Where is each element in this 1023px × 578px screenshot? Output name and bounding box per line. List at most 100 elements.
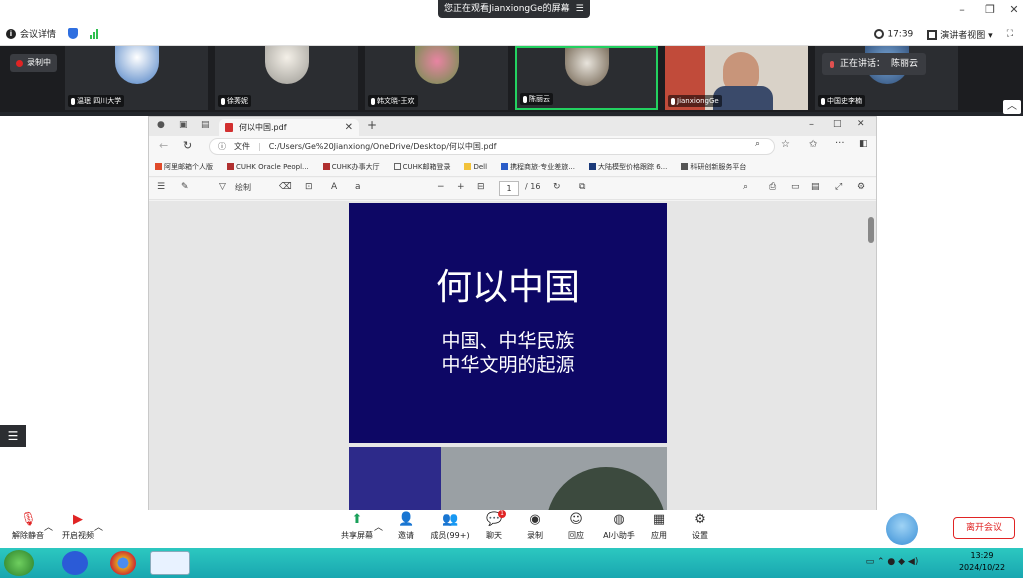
mic-off-icon: 🎙 <box>20 512 37 527</box>
side-list-button[interactable]: ☰ <box>0 425 26 447</box>
taskbar-clock[interactable]: 13:29 2024/10/22 <box>947 550 1017 574</box>
favorite-icon[interactable]: ☆ <box>781 139 790 150</box>
text-box-icon[interactable]: ⊡ <box>305 182 313 192</box>
participant-tile[interactable]: 韩文晓-王欢 <box>365 46 508 110</box>
address-bar[interactable]: ⓘ 文件 | C:/Users/Ge%20Jianxiong/OneDrive/… <box>209 138 775 155</box>
view-mode-button[interactable]: 演讲者视图 ▾ <box>927 28 993 41</box>
audio-options-icon[interactable]: ︿ <box>44 520 53 533</box>
save-icon[interactable]: ▭ <box>791 182 800 192</box>
tray-icons[interactable]: ▭ ⌃ ● ◆ ◀) <box>847 556 937 570</box>
menu-icon[interactable]: ☰ <box>576 0 584 18</box>
participant-tile[interactable]: 徐莠妮 <box>215 46 358 110</box>
refresh-icon[interactable]: ↻ <box>183 139 192 152</box>
bookmark-item[interactable]: CUHK Oracle Peopl... <box>227 163 309 171</box>
signal-icon[interactable] <box>90 28 99 39</box>
windows-start-icon[interactable] <box>4 550 34 576</box>
workspaces-icon[interactable]: ▣ <box>179 120 188 130</box>
eraser-icon[interactable]: ⌫ <box>279 182 292 192</box>
browser-minimize-icon[interactable]: – <box>809 119 814 130</box>
back-icon[interactable]: ← <box>159 139 168 152</box>
zoom-in-icon[interactable]: + <box>457 182 465 192</box>
page-view-icon[interactable]: ⧉ <box>579 182 585 192</box>
browser-maximize-icon[interactable]: □ <box>833 119 842 129</box>
highlight-icon[interactable]: ✎ <box>181 182 189 192</box>
draw-icon[interactable]: ▽ <box>219 182 226 192</box>
scroll-thumb[interactable] <box>868 217 874 243</box>
close-icon[interactable]: ✕ <box>1006 3 1022 16</box>
rotate-icon[interactable]: ↻ <box>553 182 561 192</box>
bookmark-item[interactable]: Dell <box>464 163 487 171</box>
apps-button[interactable]: ▦ 应用 <box>639 512 679 541</box>
zoom-app-icon[interactable] <box>62 551 88 575</box>
apps-icon: ▦ <box>652 512 666 527</box>
pdf-scrollbar[interactable] <box>868 207 874 507</box>
pdf-viewport[interactable]: 何以中国 中国、中华民族 中华文明的起源 <box>149 201 876 510</box>
pdf-icon <box>225 123 233 132</box>
chat-button[interactable]: 💬 1 聊天 <box>474 510 514 541</box>
participants-button[interactable]: 👥 成员(99+) <box>428 512 472 541</box>
profile-icon[interactable]: ● <box>157 120 165 130</box>
favorites-icon[interactable]: ✩ <box>809 139 817 150</box>
shield-icon[interactable] <box>68 28 79 39</box>
bookmark-item[interactable]: 大陆模型价格跟踪 6... <box>588 162 667 172</box>
share-banner[interactable]: 您正在观看JianxiongGe的屏幕 ☰ <box>438 0 590 18</box>
draw-label[interactable]: 绘制 <box>235 182 251 193</box>
slide-subtitle-line2: 中华文明的起源 <box>441 354 575 376</box>
contents-icon[interactable]: ☰ <box>157 182 165 192</box>
browser-close-icon[interactable]: ✕ <box>857 119 865 129</box>
self-view-bubble[interactable] <box>886 513 918 545</box>
more-icon[interactable]: ··· <box>835 138 845 149</box>
print-icon[interactable]: ⎙ <box>769 182 776 192</box>
chrome-app-icon[interactable] <box>110 551 136 575</box>
recording-badge[interactable]: 录制中 <box>10 54 57 72</box>
share-banner-text: 您正在观看JianxiongGe的屏幕 <box>444 4 570 14</box>
bookmark-item[interactable]: CUHK办事大厅 <box>322 162 380 172</box>
tab-pdf[interactable]: 何以中国.pdf ✕ <box>219 119 359 136</box>
bookmark-item[interactable]: 科研创新服务平台 <box>681 162 746 172</box>
translate-icon[interactable]: a <box>355 182 361 192</box>
tencent-meeting-app-icon[interactable] <box>150 551 190 575</box>
save-as-icon[interactable]: ▤ <box>811 182 820 192</box>
tab-close-icon[interactable]: ✕ <box>345 119 353 136</box>
search-icon[interactable]: ⌕ <box>755 139 760 149</box>
view-mode-label: 演讲者视图 <box>940 30 986 41</box>
ai-assistant-button[interactable]: ◍ AI小助手 <box>597 512 641 541</box>
participant-tile-active[interactable]: 陈丽云 <box>515 46 658 110</box>
page-number-input[interactable]: 1 <box>499 181 519 196</box>
collapse-strip-button[interactable]: ︿ <box>1003 100 1021 114</box>
share-options-icon[interactable]: ︿ <box>374 520 383 533</box>
record-dot-icon <box>16 59 23 67</box>
avatar <box>564 48 609 86</box>
bookmark-item[interactable]: 阿里邮箱个人版 <box>155 162 213 172</box>
info-icon[interactable]: ⓘ <box>218 139 226 154</box>
invite-button[interactable]: 👤 邀请 <box>386 512 426 541</box>
record-button[interactable]: ◉ 录制 <box>515 512 555 541</box>
fullscreen-icon[interactable]: ⛶ <box>1007 29 1013 39</box>
tab-actions-icon[interactable]: ▤ <box>201 120 210 130</box>
bookmark-item[interactable]: CUHK邮箱登录 <box>393 162 450 172</box>
read-aloud-icon[interactable]: A <box>331 182 337 192</box>
bookmarks-bar: 阿里邮箱个人版 CUHK Oracle Peopl... CUHK办事大厅 CU… <box>149 157 876 177</box>
meeting-info-link[interactable]: 会议详情 <box>20 27 56 40</box>
pdf-settings-icon[interactable]: ⚙ <box>857 182 865 192</box>
video-options-icon[interactable]: ︿ <box>94 520 103 533</box>
new-tab-icon[interactable]: + <box>367 118 377 132</box>
tab-title: 何以中国.pdf <box>239 123 287 132</box>
bookmark-item[interactable]: 携程商旅·专业差旅... <box>501 162 575 172</box>
share-screen-button[interactable]: ⬆ 共享屏幕 <box>336 512 378 541</box>
fit-page-icon[interactable]: ⊟ <box>477 182 485 192</box>
fullscreen-icon[interactable]: ⤢ <box>835 182 842 192</box>
reactions-button[interactable]: ☺ 回应 <box>556 512 596 541</box>
zoom-out-icon[interactable]: − <box>437 182 445 192</box>
restore-icon[interactable]: ❐ <box>982 3 998 16</box>
pdf-search-icon[interactable]: ⌕ <box>743 182 748 192</box>
settings-button[interactable]: ⚙ 设置 <box>680 512 720 541</box>
sidebar-icon[interactable]: ◧ <box>859 139 868 149</box>
participant-tile[interactable]: 温珉 四川大学 <box>65 46 208 110</box>
leave-meeting-button[interactable]: 离开会议 <box>953 517 1015 539</box>
info-icon[interactable]: i <box>6 28 16 39</box>
participant-name: 陈丽云 <box>529 95 550 103</box>
minimize-icon[interactable]: – <box>954 3 970 16</box>
avatar <box>114 46 159 84</box>
participant-tile-video[interactable]: JianxiongGe <box>665 46 808 110</box>
